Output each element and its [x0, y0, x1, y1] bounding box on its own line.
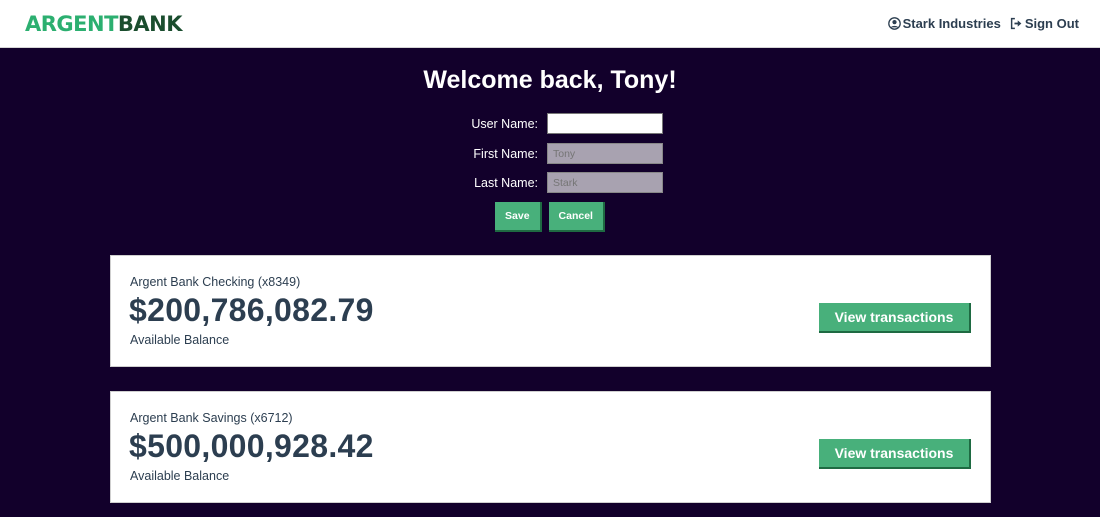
username-row: User Name: — [0, 113, 1100, 134]
account-title: Argent Bank Savings (x6712) — [130, 411, 293, 425]
firstname-input[interactable] — [547, 143, 663, 164]
username-input[interactable] — [547, 113, 663, 134]
nav-links: Stark Industries Sign Out — [887, 16, 1079, 31]
lastname-label: Last Name: — [474, 175, 538, 190]
user-circle-icon — [887, 17, 901, 30]
form-actions: Save Cancel — [0, 202, 1100, 232]
account-description: Available Balance — [130, 333, 230, 347]
account-amount: $200,786,082.79 — [129, 292, 374, 328]
cancel-button[interactable]: Cancel — [548, 202, 605, 232]
argent-bank-logo[interactable]: ARGENT BANK — [25, 11, 183, 36]
logo-text-part2: BANK — [117, 11, 183, 36]
firstname-label: First Name: — [473, 146, 538, 161]
sign-out-label: Sign Out — [1024, 16, 1079, 31]
save-button[interactable]: Save — [495, 202, 542, 232]
account-title: Argent Bank Checking (x8349) — [130, 275, 301, 289]
main-content: Welcome back, Tony! User Name: First Nam… — [0, 48, 1100, 517]
account-card-checking: Argent Bank Checking (x8349) $200,786,08… — [110, 255, 991, 367]
welcome-heading: Welcome back, Tony! — [423, 66, 677, 94]
user-name-label: Stark Industries — [902, 16, 1001, 31]
account-card-savings: Argent Bank Savings (x6712) $500,000,928… — [110, 391, 991, 503]
account-description: Available Balance — [130, 469, 230, 483]
user-profile-link[interactable]: Stark Industries — [887, 16, 1001, 31]
lastname-input[interactable] — [547, 172, 663, 193]
firstname-row: First Name: — [0, 143, 1100, 164]
account-amount: $500,000,928.42 — [129, 428, 374, 464]
top-navigation: ARGENT BANK Stark Industries Sign Out — [0, 0, 1100, 48]
sign-out-link[interactable]: Sign Out — [1010, 16, 1079, 31]
lastname-row: Last Name: — [0, 172, 1100, 193]
sign-out-icon — [1010, 17, 1022, 30]
logo-text-part1: ARGENT — [25, 11, 118, 36]
username-label: User Name: — [471, 116, 538, 131]
view-transactions-button[interactable]: View transactions — [819, 303, 971, 333]
view-transactions-button[interactable]: View transactions — [819, 439, 971, 469]
